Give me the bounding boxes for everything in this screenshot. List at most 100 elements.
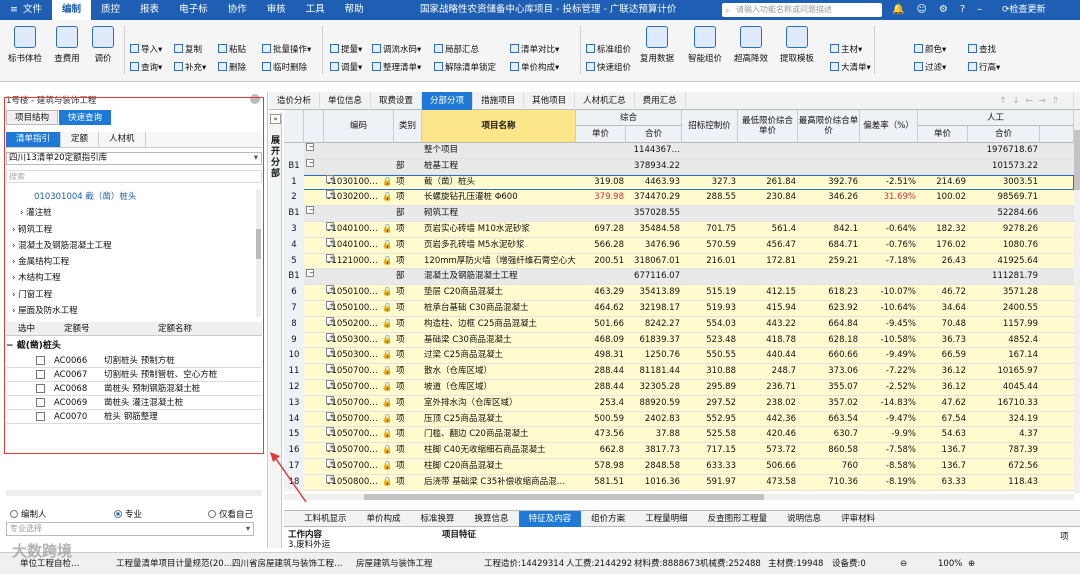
table-row[interactable]: 6+ 01050100…项垫层 C20商品混凝土463.2935413.8951… <box>284 285 1074 301</box>
check-update-button[interactable]: ⟳检查更新 <box>1002 0 1046 20</box>
standard-pricing-button[interactable]: 标准组价 <box>586 44 631 57</box>
section-row[interactable]: B1− 部 混凝土及钢筋混凝土工程 677116.07 111281.79 <box>284 269 1074 286</box>
row-height-button[interactable]: 行高▾ <box>968 62 1000 75</box>
minimize-icon[interactable]: – <box>977 0 982 20</box>
expand-toggle-icon[interactable]: − <box>304 206 324 222</box>
grid-header-deviation[interactable]: 偏差率（%） <box>860 110 918 143</box>
zoom-out-icon[interactable]: ⊖ <box>900 553 907 574</box>
expand-icon[interactable]: + <box>326 237 334 246</box>
section-row[interactable]: − 整个项目 1144367… 1976718.67 <box>284 143 1074 159</box>
tab-description[interactable]: 说明信息 <box>777 511 831 527</box>
radio-professional[interactable]: 专业 <box>114 508 142 520</box>
table-row[interactable]: 16+ 01050700…项柱脚 C40无收缩细石商品混凝土662.83817.… <box>284 443 1074 459</box>
expand-toggle-icon[interactable] <box>304 348 324 364</box>
expand-icon[interactable]: + <box>326 316 334 325</box>
expand-icon[interactable]: + <box>326 253 334 262</box>
tab-unit-info[interactable]: 单位信息 <box>320 92 372 110</box>
tab-material-summary[interactable]: 人材机汇总 <box>575 92 635 110</box>
table-row[interactable]: 5+ 01121000…项120mm厚防火墙（增强纤维石膏空心大…200.513… <box>284 253 1074 270</box>
expand-icon[interactable]: » <box>270 114 281 124</box>
expand-icon[interactable]: + <box>326 348 334 357</box>
expand-toggle-icon[interactable] <box>304 333 324 349</box>
tab-unit-composition[interactable]: 单价构成 <box>357 511 411 527</box>
expand-toggle-icon[interactable] <box>304 380 324 396</box>
table-row[interactable]: 2+ 01030200…项长螺旋钻孔压灌桩 Φ600379.98374470.2… <box>284 190 1074 207</box>
grid-header-total[interactable]: 合价 <box>626 126 682 143</box>
expand-toggle-icon[interactable] <box>304 396 324 412</box>
table-row[interactable]: 4+ 01040100…项页岩多孔砖墙 M5水泥砂浆566.283476.965… <box>284 237 1074 254</box>
serial-code-button[interactable]: 调流水码▾ <box>372 44 421 57</box>
quota-hscrollbar[interactable] <box>6 490 262 496</box>
expand-toggle-icon[interactable] <box>304 412 324 428</box>
organize-list-button[interactable]: 整理清单▾ <box>372 62 421 75</box>
table-row[interactable]: 8+ 01050200…项构造柱、边框 C25商品混凝土501.668242.2… <box>284 316 1074 333</box>
status-profession[interactable]: 房屋建筑与装饰工程 <box>356 553 433 574</box>
find-button[interactable]: 查找 <box>968 44 996 57</box>
menu-file[interactable]: ≡ 文件 <box>0 0 52 20</box>
table-row[interactable]: 9+ 01050300…项基础梁 C30商品混凝土468.0961839.375… <box>284 332 1074 349</box>
tab-quantity-detail[interactable]: 工程量明细 <box>635 511 698 527</box>
menu-tools[interactable]: 工具 <box>296 0 335 20</box>
adjust-quantity-button[interactable]: 调量▾ <box>330 62 362 75</box>
tab-material-display[interactable]: 工料机显示 <box>294 511 357 527</box>
bell-icon[interactable]: 🔔 <box>892 0 904 20</box>
expand-icon[interactable]: + <box>326 190 334 199</box>
function-search-input[interactable]: ⌕ 请输入功能名称或问题描述 <box>722 3 882 17</box>
table-row[interactable]: 12+ 01050700…项坡道（仓库区域）288.4432305.28295.… <box>284 380 1074 396</box>
color-button[interactable]: 颜色▾ <box>914 44 946 57</box>
table-row[interactable]: 14+ 01050700…项压顶 C25商品混凝土500.592402.8355… <box>284 411 1074 428</box>
grid-header-name[interactable]: 项目名称 <box>422 110 576 143</box>
tab-sub-items[interactable]: 分部分项 <box>422 92 474 110</box>
tab-fee-summary[interactable]: 费用汇总 <box>635 92 686 110</box>
table-row[interactable]: 1+ 01030100…项截（凿）桩头319.084463.93327.3261… <box>284 174 1074 191</box>
partial-summary-button[interactable]: 局部汇总 <box>434 44 479 57</box>
expand-toggle-icon[interactable] <box>304 175 324 191</box>
batch-operation-button[interactable]: 批量操作▾ <box>262 44 311 57</box>
table-row[interactable]: 11+ 01050700…项散水（仓库区域）288.4481181.44310.… <box>284 364 1074 380</box>
extract-template-button[interactable]: 提取模板 <box>776 24 818 76</box>
grid-vscrollbar[interactable] <box>1074 110 1080 493</box>
expand-icon[interactable]: + <box>326 380 334 388</box>
quick-pricing-button[interactable]: 快速组价 <box>586 62 631 75</box>
menu-review[interactable]: 审核 <box>257 0 296 20</box>
grid-header-bid-control[interactable]: 招标控制价 <box>682 110 738 143</box>
delete-button[interactable]: 删除 <box>218 62 246 75</box>
table-row[interactable]: 13+ 01050700…项室外排水沟（仓库区域）253.488920.5929… <box>284 395 1074 412</box>
expand-toggle-icon[interactable]: − <box>304 158 324 175</box>
supplement-button[interactable]: 补充▾ <box>174 62 206 75</box>
smart-pricing-button[interactable]: 智能组价 <box>684 24 726 76</box>
table-row[interactable]: 18+ 01050800…项后浇带 基础梁 C35补偿收缩商品混…581.511… <box>284 474 1074 491</box>
adjust-price-button[interactable]: 调价 <box>82 24 124 76</box>
expand-icon[interactable]: + <box>326 459 334 467</box>
grid-header-min-limit[interactable]: 最低限价综合单价 <box>738 110 798 143</box>
grid-hscrollbar[interactable] <box>284 494 1074 500</box>
tab-other-items[interactable]: 其他项目 <box>524 92 576 110</box>
table-row[interactable]: 3+ 01040100…项页岩实心砖墙 M10水泥砂浆697.2835484.5… <box>284 222 1074 238</box>
profession-select[interactable]: 专业选择 ▾ <box>6 522 254 536</box>
expand-icon[interactable]: + <box>326 474 334 483</box>
main-material-button[interactable]: 主材▾ <box>830 44 862 57</box>
tab-features-content[interactable]: 特征及内容 <box>518 511 582 527</box>
raise-quantity-button[interactable]: 提量▾ <box>330 44 362 57</box>
settings-icon[interactable]: ⚙ <box>939 0 948 20</box>
tab-pricing-plan[interactable]: 组价方案 <box>581 511 635 527</box>
status-region[interactable]: 四川省房屋建筑与装饰工程… <box>232 553 343 574</box>
expand-icon[interactable]: + <box>326 427 334 436</box>
grid-header-code[interactable]: 编码 <box>324 110 394 143</box>
grid-header-max-limit[interactable]: 最高限价综合单价 <box>798 110 860 143</box>
expand-toggle-icon[interactable]: − <box>304 143 324 159</box>
row-nav-arrows-icon[interactable]: ↑↓←→⇧ <box>991 92 1074 110</box>
expand-toggle-icon[interactable] <box>304 301 324 317</box>
expand-toggle-icon[interactable] <box>304 285 324 301</box>
list-compare-button[interactable]: 清单对比▾ <box>510 44 559 57</box>
efficiency-button[interactable]: 超高降效 <box>730 24 772 76</box>
filter-button[interactable]: 过滤▾ <box>914 62 946 75</box>
unit-price-button[interactable]: 单价构成▾ <box>510 62 559 75</box>
grid-header-labor-unit[interactable]: 单价 <box>918 126 968 143</box>
temp-delete-button[interactable]: 临时删除 <box>262 62 307 75</box>
reuse-data-button[interactable]: 复用数据 <box>636 24 678 76</box>
table-row[interactable]: 15+ 01050700…项门槛、翻边 C20商品混凝土473.5637.885… <box>284 427 1074 444</box>
menu-quality[interactable]: 质控 <box>91 0 130 20</box>
expand-icon[interactable]: + <box>326 443 334 452</box>
expand-icon[interactable]: + <box>326 411 334 420</box>
